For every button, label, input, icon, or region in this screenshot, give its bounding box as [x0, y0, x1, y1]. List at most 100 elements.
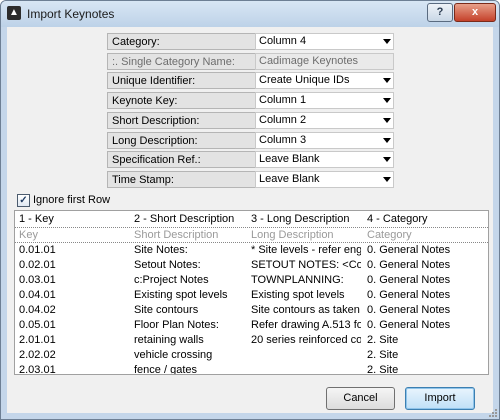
table-cell: SETOUT NOTES: <Cont... — [251, 259, 361, 271]
table-cell: c:Project Notes — [134, 274, 209, 286]
import-button[interactable]: Import — [405, 387, 475, 410]
table-cell: 0.04.01 — [19, 289, 56, 301]
chevron-down-icon[interactable] — [383, 117, 391, 123]
table-cell: TOWNPLANNING: — [251, 274, 344, 286]
table-cell: Site contours — [134, 304, 199, 316]
resize-grip-icon[interactable] — [488, 408, 498, 418]
chevron-down-icon[interactable] — [383, 176, 391, 182]
dropdown-value: Column 3 — [259, 133, 307, 146]
form-row: Long Description: Column 3 — [107, 131, 398, 150]
close-button[interactable]: x — [454, 3, 496, 22]
table-cell: 20 series reinforced conc... — [251, 334, 361, 346]
table-cell: * Site levels - refer engin... — [251, 244, 361, 256]
form-row-label: Keynote Key: — [107, 92, 255, 110]
table-cell: 0. General Notes — [367, 274, 451, 286]
table-cell: 1 - Key — [19, 213, 54, 225]
form-row: :. Single Category Name: Cadimage Keynote… — [107, 52, 398, 71]
archicad-app-icon: ▲ — [7, 6, 21, 20]
table-subheader-row: Key Short Description Long Description Cate… — [15, 227, 488, 243]
table-row: 2.03.01 fence / gates 2. Site — [15, 363, 488, 375]
dropdown-value: Column 2 — [259, 113, 307, 126]
chevron-down-icon[interactable] — [383, 78, 391, 84]
table-cell: Existing spot levels — [134, 289, 228, 301]
chevron-down-icon[interactable] — [383, 98, 391, 104]
ignore-first-row-checkbox[interactable]: ✓ — [17, 194, 30, 207]
chevron-down-icon[interactable] — [383, 157, 391, 163]
table-cell: 2. Site — [367, 334, 399, 346]
table-cell: Long Description — [251, 229, 334, 241]
table-cell: 0. General Notes — [367, 244, 451, 256]
table-row: 0.04.01 Existing spot levels Existing spot… — [15, 288, 488, 302]
table-cell: 0. General Notes — [367, 304, 451, 316]
dropdown-value: Leave Blank — [259, 153, 320, 166]
dialog-body: Category: Column 4 :. Single Category Name… — [7, 27, 493, 413]
table-header-row: 1 - Key 2 - Short Description 3 - Long Des… — [15, 212, 488, 226]
form-row-label: Time Stamp: — [107, 170, 255, 188]
form-row: Category: Column 4 — [107, 33, 398, 51]
mapping-dropdown[interactable]: Column 2 — [255, 111, 394, 129]
dropdown-value: Leave Blank — [259, 172, 320, 185]
table-row: 2.02.02 vehicle crossing 2. Site — [15, 348, 488, 362]
preview-table[interactable]: 1 - Key 2 - Short Description 3 - Long Des… — [14, 210, 489, 375]
table-cell: Key — [19, 229, 38, 241]
form-row: Keynote Key: Column 1 — [107, 92, 398, 110]
mapping-dropdown[interactable]: Column 1 — [255, 92, 394, 110]
category-name-field: Cadimage Keynotes — [255, 52, 394, 70]
table-cell: Floor Plan Notes: — [134, 319, 219, 331]
table-cell: Short Description — [134, 229, 219, 241]
cancel-button[interactable]: Cancel — [326, 387, 395, 410]
mapping-dropdown[interactable]: Leave Blank — [255, 170, 394, 188]
table-cell: 0. General Notes — [367, 319, 451, 331]
mapping-dropdown[interactable]: Leave Blank — [255, 151, 394, 169]
table-cell: 0.05.01 — [19, 319, 56, 331]
form-row-label: Short Description: — [107, 111, 255, 129]
dropdown-value: Column 1 — [259, 94, 307, 107]
table-cell: 3 - Long Description — [251, 213, 350, 225]
table-row: 0.01.01 Site Notes: * Site levels - refer … — [15, 243, 488, 257]
table-cell: Site Notes: — [134, 244, 188, 256]
table-cell: 2. Site — [367, 349, 399, 361]
form-row: Specification Ref.: Leave Blank — [107, 151, 398, 169]
mapping-dropdown[interactable]: Column 3 — [255, 131, 394, 149]
dropdown-value: Create Unique IDs — [259, 74, 350, 87]
table-cell: 0.02.01 — [19, 259, 56, 271]
form-row-label: Category: — [107, 33, 255, 50]
form-row: Short Description: Column 2 — [107, 111, 398, 130]
table-row: 0.03.01 c:Project Notes TOWNPLANNING: 0. Ge… — [15, 273, 488, 287]
table-cell: Setout Notes: — [134, 259, 201, 271]
table-cell: 2 - Short Description — [134, 213, 235, 225]
table-cell: Site contours as taken fr... — [251, 304, 361, 316]
table-cell: 0.04.02 — [19, 304, 56, 316]
table-cell: Category — [367, 229, 412, 241]
table-row: 2.01.01 retaining walls 20 series reinforc… — [15, 333, 488, 347]
table-row: 0.05.01 Floor Plan Notes: Refer drawing A.… — [15, 318, 488, 332]
table-cell: Existing spot levels — [251, 289, 345, 301]
mapping-dropdown[interactable]: Create Unique IDs — [255, 72, 394, 90]
form-row-label: :. Single Category Name: — [107, 52, 255, 70]
table-row: 0.04.02 Site contours Site contours as tak… — [15, 303, 488, 317]
form-row-label: Long Description: — [107, 131, 255, 149]
table-row: 0.02.01 Setout Notes: SETOUT NOTES: <Cont.… — [15, 258, 488, 272]
table-cell: retaining walls — [134, 334, 204, 346]
form-row: Time Stamp: Leave Blank — [107, 170, 398, 189]
form-row-label: Specification Ref.: — [107, 151, 255, 169]
chevron-down-icon[interactable] — [383, 39, 391, 44]
table-cell: 2.01.01 — [19, 334, 56, 346]
table-cell: 2. Site — [367, 364, 399, 375]
dropdown-value: Cadimage Keynotes — [259, 54, 359, 67]
ignore-first-row-label: Ignore first Row — [33, 194, 111, 206]
table-cell: vehicle crossing — [134, 349, 213, 361]
table-cell: 2.03.01 — [19, 364, 56, 375]
table-cell: 0.01.01 — [19, 244, 56, 256]
table-cell: 0. General Notes — [367, 259, 451, 271]
table-cell: Refer drawing A.513 for ... — [251, 319, 361, 331]
form-row-label: Unique Identifier: — [107, 72, 255, 90]
table-cell: fence / gates — [134, 364, 197, 375]
dropdown-value: Column 4 — [259, 35, 307, 47]
title-bar: ▲ Import Keynotes ? x — [1, 1, 499, 27]
import-keynotes-dialog: ▲ Import Keynotes ? x Category: Column 4:… — [0, 0, 500, 420]
mapping-dropdown[interactable]: Column 4 — [255, 33, 394, 50]
help-button[interactable]: ? — [427, 3, 453, 22]
table-cell: 2.02.02 — [19, 349, 56, 361]
chevron-down-icon[interactable] — [383, 137, 391, 143]
